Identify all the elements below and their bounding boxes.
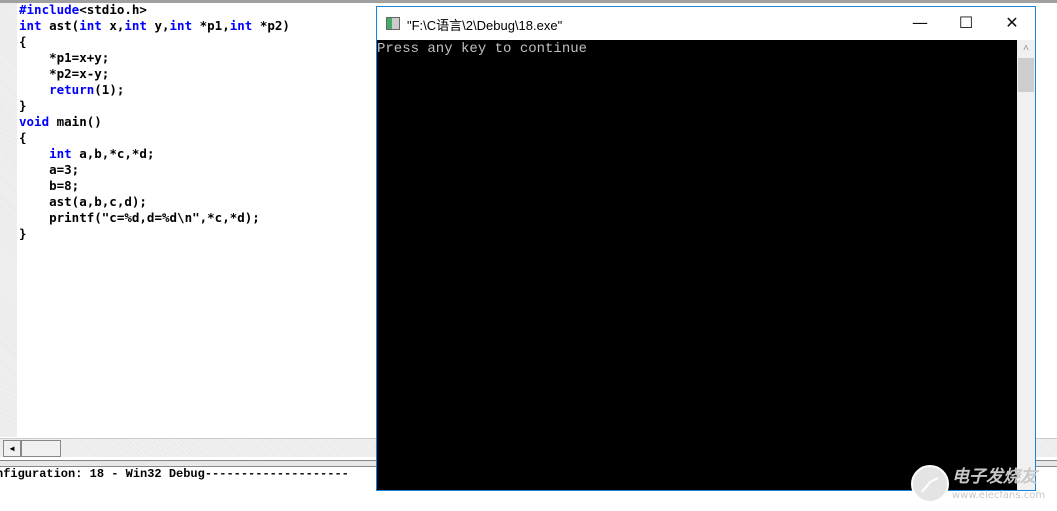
code-text: b=8; xyxy=(19,178,80,193)
code-text: <stdio.h> xyxy=(79,2,147,17)
code-line: *p2=x-y; xyxy=(19,66,290,82)
code-line: b=8; xyxy=(19,178,290,194)
scrollbar-thumb[interactable] xyxy=(21,440,61,457)
svg-text:www.elecfans.com: www.elecfans.com xyxy=(952,490,1045,501)
code-keyword: int xyxy=(79,18,102,33)
code-line: int ast(int x,int y,int *p1,int *p2) xyxy=(19,18,290,34)
code-line: { xyxy=(19,34,290,50)
code-text: } xyxy=(19,226,27,241)
code-text: *p2) xyxy=(252,18,290,33)
scroll-up-arrow-icon[interactable]: ˄ xyxy=(1017,40,1035,57)
code-text: *p2=x-y; xyxy=(19,66,110,81)
editor-gutter xyxy=(0,3,17,437)
code-line: return(1); xyxy=(19,82,290,98)
code-line: } xyxy=(19,98,290,114)
code-line: *p1=x+y; xyxy=(19,50,290,66)
console-app-icon xyxy=(386,17,400,30)
code-text: *p1=x+y; xyxy=(19,50,110,65)
console-title: "F:\C语言\2\Debug\18.exe" xyxy=(407,18,563,33)
console-scrollbar-thumb[interactable] xyxy=(1018,58,1034,92)
code-text: { xyxy=(19,130,27,145)
code-text: ast(a,b,c,d); xyxy=(19,194,147,209)
code-text: a=3; xyxy=(19,162,80,177)
code-text: { xyxy=(19,34,27,49)
code-text: main() xyxy=(49,114,102,129)
code-keyword: int xyxy=(124,18,147,33)
code-keyword: void xyxy=(19,114,50,129)
code-keyword: return xyxy=(49,82,95,97)
svg-text:电子发烧友: 电子发烧友 xyxy=(952,467,1040,487)
code-line: void main() xyxy=(19,114,290,130)
code-text: printf("c=%d,d=%d\n",*c,*d); xyxy=(19,210,260,225)
code-line: ast(a,b,c,d); xyxy=(19,194,290,210)
console-vertical-scrollbar[interactable]: ˄ xyxy=(1017,40,1035,490)
close-button[interactable]: ✕ xyxy=(989,7,1035,39)
code-line: a=3; xyxy=(19,162,290,178)
code-keyword: int xyxy=(49,146,72,161)
code-keyword: #include xyxy=(19,2,80,17)
code-line: printf("c=%d,d=%d\n",*c,*d); xyxy=(19,210,290,226)
code-text: a,b,*c,*d; xyxy=(71,146,155,161)
code-keyword: int xyxy=(229,18,253,33)
maximize-button[interactable]: ☐ xyxy=(943,7,989,39)
code-text: } xyxy=(19,98,27,113)
console-window[interactable]: "F:\C语言\2\Debug\18.exe" — ☐ ✕ Press any … xyxy=(376,6,1036,491)
console-output-text: Press any key to continue xyxy=(377,41,588,57)
code-text: *p1, xyxy=(192,18,230,33)
code-line: { xyxy=(19,130,290,146)
minimize-button[interactable]: — xyxy=(897,7,943,39)
scroll-left-arrow-icon[interactable]: ◀ xyxy=(3,440,21,457)
code-line: #include<stdio.h> xyxy=(19,2,290,18)
code-text: y, xyxy=(146,18,170,33)
code-text: x, xyxy=(101,18,125,33)
code-keyword: int xyxy=(169,18,193,33)
watermark-logo: 电子发烧友 www.elecfans.com xyxy=(911,465,1045,503)
code-line: int a,b,*c,*d; xyxy=(19,146,290,162)
build-output-text: nfiguration: 18 - Win32 Debug-----------… xyxy=(0,467,349,481)
code-line: } xyxy=(19,226,290,242)
code-text: ast( xyxy=(41,18,80,33)
code-text: (1); xyxy=(94,82,125,97)
console-screen[interactable]: Press any key to continue xyxy=(377,40,1017,490)
code-keyword: int xyxy=(19,18,42,33)
console-titlebar[interactable]: "F:\C语言\2\Debug\18.exe" — ☐ ✕ xyxy=(377,7,1035,40)
code-editor[interactable]: #include<stdio.h> int ast(int x,int y,int… xyxy=(19,2,290,242)
